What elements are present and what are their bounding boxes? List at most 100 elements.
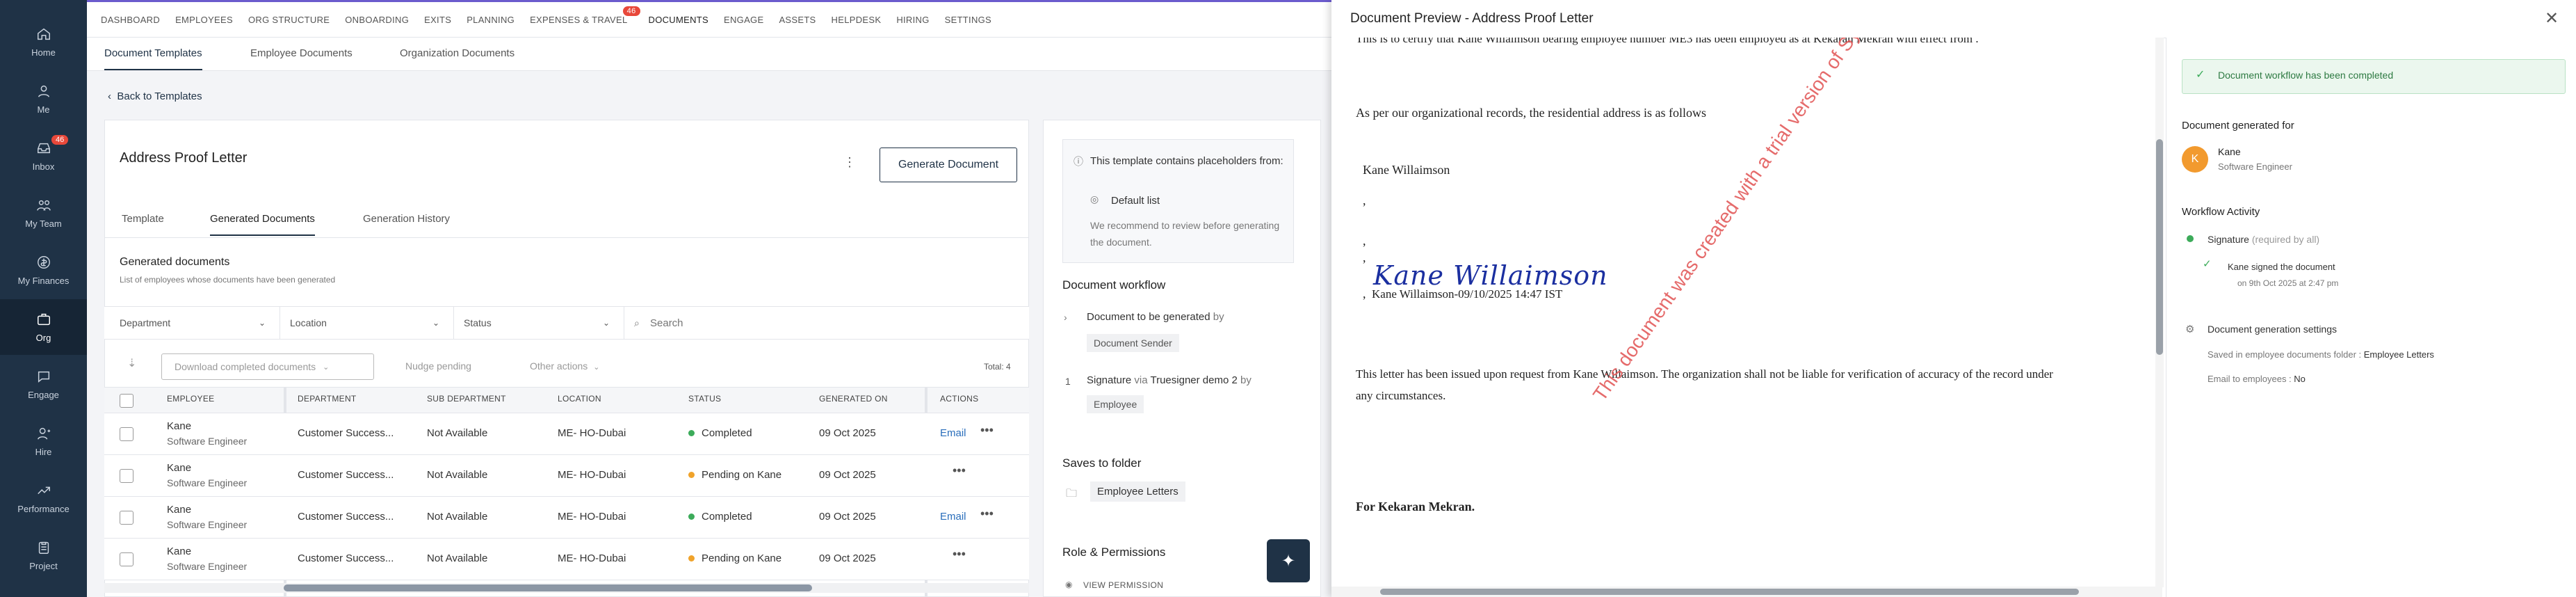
search-input[interactable] xyxy=(650,312,1012,334)
select-all-checkbox[interactable] xyxy=(120,394,133,408)
sidebar-item-hire[interactable]: Hire xyxy=(0,413,87,469)
doc-comma: , xyxy=(1363,193,1366,207)
home-icon xyxy=(37,28,50,40)
folder-icon: 🗀 xyxy=(1066,488,1078,500)
more-options-icon[interactable]: ⋮ xyxy=(843,155,857,170)
table-row[interactable]: Kane Software Engineer Customer Success.… xyxy=(104,497,1029,539)
more-actions-icon[interactable]: ••• xyxy=(980,423,994,438)
topnav-dashboard[interactable]: DASHBOARD xyxy=(101,15,160,25)
saved-in-folder: Saved in employee documents folder : Emp… xyxy=(2208,349,2434,360)
generated-on-cell: 09 Oct 2025 xyxy=(819,511,876,523)
location-cell: ME- HO-Dubai xyxy=(558,511,626,523)
topnav-expenses[interactable]: EXPENSES & TRAVEL 46 xyxy=(530,6,640,25)
generated-on-cell: 09 Oct 2025 xyxy=(819,469,876,481)
sort-arrow-icon[interactable]: ⇣ xyxy=(127,356,136,370)
top-nav: DASHBOARD EMPLOYEES ORG STRUCTURE ONBOAR… xyxy=(87,0,1331,38)
row-checkbox[interactable] xyxy=(120,469,133,483)
employee-title: Software Engineer xyxy=(167,519,248,530)
signed-on-text: on 9th Oct 2025 at 2:47 pm xyxy=(2237,278,2339,288)
avatar: K xyxy=(2182,146,2208,173)
location-filter[interactable]: Location ⌄ xyxy=(280,306,454,340)
table-row[interactable]: Kane Software Engineer Customer Success.… xyxy=(104,455,1029,497)
row-checkbox[interactable] xyxy=(120,427,133,441)
email-link[interactable]: Email xyxy=(940,427,966,439)
sidebar-item-my-finances[interactable]: My Finances xyxy=(0,242,87,298)
sidebar-item-inbox[interactable]: 46 Inbox xyxy=(0,128,87,184)
sidebar-item-engage[interactable]: Engage xyxy=(0,356,87,412)
sidebar-item-me[interactable]: Me xyxy=(0,71,87,127)
department-cell: Customer Success... xyxy=(298,511,394,523)
sidebar-item-project[interactable]: Project xyxy=(0,527,87,583)
department-filter[interactable]: Department ⌄ xyxy=(110,306,280,340)
status-filter[interactable]: Status ⌄ xyxy=(454,306,624,340)
inbox-badge: 46 xyxy=(51,135,69,145)
chevron-left-icon: ‹ xyxy=(108,90,118,102)
header-generated-on: GENERATED ON xyxy=(819,394,888,404)
generated-on-cell: 09 Oct 2025 xyxy=(819,427,876,439)
header-sub-department: SUB DEPARTMENT xyxy=(427,394,506,404)
chevron-right-icon[interactable]: › xyxy=(1064,312,1067,323)
more-actions-icon[interactable]: ••• xyxy=(953,463,966,478)
generate-document-button[interactable]: Generate Document xyxy=(880,148,1017,182)
search-icon: ⌕ xyxy=(634,317,640,328)
sub-department-cell: Not Available xyxy=(427,469,488,481)
horizontal-scrollbar-thumb[interactable] xyxy=(284,584,812,591)
topnav-exits[interactable]: EXITS xyxy=(424,15,451,25)
email-to-employees: Email to employees : No xyxy=(2208,374,2306,384)
employee-title: Software Engineer xyxy=(167,436,248,447)
tab-generated-documents[interactable]: Generated Documents xyxy=(210,213,315,236)
topnav-documents[interactable]: DOCUMENTS xyxy=(649,15,708,25)
tab-organization-documents[interactable]: Organization Documents xyxy=(400,47,515,59)
back-to-templates-link[interactable]: ‹ Back to Templates xyxy=(108,90,202,102)
template-title: Address Proof Letter xyxy=(120,150,248,166)
sidebar-item-my-team[interactable]: My Team xyxy=(0,185,87,241)
status-cell: Pending on Kane xyxy=(688,469,781,481)
header-employee: EMPLOYEE xyxy=(167,394,215,404)
total-count: Total: 4 xyxy=(984,362,1011,372)
table-row[interactable]: Kane Software Engineer Customer Success.… xyxy=(104,413,1029,455)
close-icon[interactable]: ✕ xyxy=(2545,8,2559,29)
generated-for-title: Software Engineer xyxy=(2218,161,2292,172)
more-actions-icon[interactable]: ••• xyxy=(980,507,994,521)
table-row[interactable]: Kane Software Engineer Customer Success.… xyxy=(104,539,1029,580)
topnav-org-structure[interactable]: ORG STRUCTURE xyxy=(248,15,330,25)
other-actions-button[interactable]: Other actions ⌄ xyxy=(530,360,599,372)
sidebar-item-org[interactable]: Org xyxy=(0,299,87,355)
document-sender-chip: Document Sender xyxy=(1087,334,1179,352)
success-banner-text: Document workflow has been completed xyxy=(2218,70,2394,81)
tab-employee-documents[interactable]: Employee Documents xyxy=(250,47,353,59)
tab-document-templates[interactable]: Document Templates xyxy=(104,47,202,70)
topnav-engage[interactable]: ENGAGE xyxy=(724,15,763,25)
chevron-down-icon: ⌄ xyxy=(323,363,330,372)
topnav-helpdesk[interactable]: HELPDESK xyxy=(832,15,882,25)
doc-line-top: This is to certify that Kane Willaimson … xyxy=(1356,38,1979,45)
folder-chip: Employee Letters xyxy=(1090,481,1185,502)
download-completed-button[interactable]: Download completed documents ⌄ xyxy=(161,353,374,380)
tab-generation-history[interactable]: Generation History xyxy=(363,213,450,225)
nudge-pending-button[interactable]: Nudge pending xyxy=(405,360,471,372)
row-checkbox[interactable] xyxy=(120,511,133,525)
topnav-employees[interactable]: EMPLOYEES xyxy=(175,15,233,25)
tab-template[interactable]: Template xyxy=(122,213,164,225)
topnav-assets[interactable]: ASSETS xyxy=(779,15,816,25)
more-actions-icon[interactable]: ••• xyxy=(953,547,966,562)
finance-icon xyxy=(37,255,50,269)
sidebar-item-performance[interactable]: Performance xyxy=(0,470,87,526)
topnav-onboarding[interactable]: ONBOARDING xyxy=(345,15,409,25)
email-link[interactable]: Email xyxy=(940,511,966,523)
row-checkbox[interactable] xyxy=(120,552,133,566)
sub-department-cell: Not Available xyxy=(427,511,488,523)
doc-horizontal-scrollbar-thumb[interactable] xyxy=(1380,589,2079,595)
employee-chip: Employee xyxy=(1087,395,1144,413)
vertical-scrollbar-thumb[interactable] xyxy=(2156,139,2163,355)
briefcase-icon xyxy=(37,313,50,325)
topnav-planning[interactable]: PLANNING xyxy=(467,15,515,25)
sidebar-item-home[interactable]: Home xyxy=(0,14,87,70)
employee-name: Kane xyxy=(167,504,192,516)
topnav-hiring[interactable]: HIRING xyxy=(896,15,929,25)
topnav-settings[interactable]: SETTINGS xyxy=(945,15,991,25)
eye-icon: ◉ xyxy=(1065,580,1073,589)
status-dot xyxy=(688,430,695,436)
header-actions: ACTIONS xyxy=(940,394,979,404)
magic-wand-icon[interactable]: ✦ xyxy=(1267,539,1310,582)
